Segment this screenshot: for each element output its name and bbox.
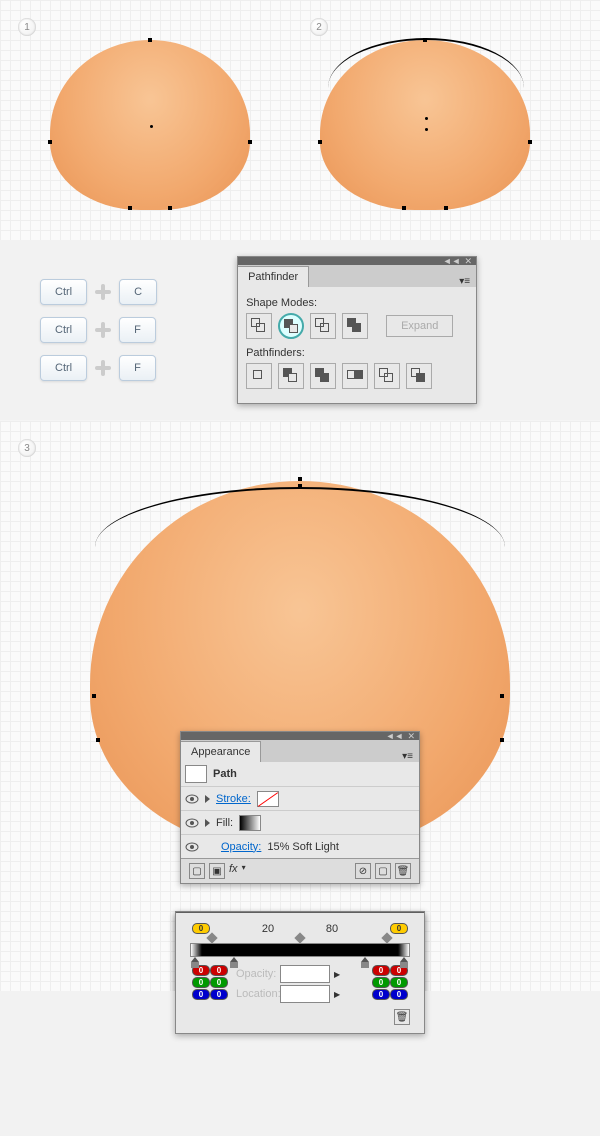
opacity-link[interactable]: Opacity:	[221, 841, 261, 853]
opacity-pill-0-right: 0	[390, 923, 408, 934]
b-pill: 0	[210, 989, 228, 1000]
thumbnail-swatch	[185, 765, 207, 783]
r-pill: 0	[210, 965, 228, 976]
pathfinders-label: Pathfinders:	[246, 347, 468, 359]
canvas-step-1-2: 1 2	[0, 0, 600, 240]
gradient-stop[interactable]	[400, 957, 408, 967]
step-badge-3: 3	[18, 439, 36, 457]
new-art-icon[interactable]: ▢	[189, 863, 205, 879]
plus-icon	[95, 284, 111, 300]
menu-icon[interactable]: ▾≡	[402, 751, 413, 762]
close-icon[interactable]: ✕	[407, 732, 415, 741]
minus-back-button[interactable]	[406, 363, 432, 389]
location-input[interactable]	[280, 985, 330, 1003]
loc-80: 80	[326, 923, 338, 935]
gradient-stop[interactable]	[191, 957, 199, 967]
intersect-button[interactable]	[310, 313, 336, 339]
g-pill: 0	[372, 977, 390, 988]
expand-button[interactable]: Expand	[386, 315, 453, 337]
appearance-panel: ◄◄ ✕ Appearance ▾≡ Path Stroke: Fill:	[180, 731, 420, 884]
stroke-swatch[interactable]	[257, 791, 279, 807]
instructions-row: Ctrl C Ctrl F Ctrl F ◄◄ ✕ Pathfinder ▾≡ …	[0, 240, 600, 420]
path-label: Path	[213, 768, 237, 780]
fx-button[interactable]: fx	[229, 863, 238, 879]
b-pill: 0	[192, 989, 210, 1000]
location-label: Location:	[236, 988, 276, 1000]
clear-icon[interactable]: ⊘	[355, 863, 371, 879]
opacity-value: 15% Soft Light	[267, 841, 339, 853]
canvas-step-3: 3 ◄◄ ✕ Appearance ▾≡ Path Stroke:	[0, 421, 600, 991]
key-c: C	[119, 279, 157, 305]
stroke-link[interactable]: Stroke:	[216, 793, 251, 805]
visibility-toggle[interactable]	[185, 840, 199, 854]
plus-icon	[95, 322, 111, 338]
outline-button[interactable]	[374, 363, 400, 389]
minus-front-button[interactable]	[278, 313, 304, 339]
unite-button[interactable]	[246, 313, 272, 339]
close-icon[interactable]: ✕	[465, 257, 473, 266]
expand-icon[interactable]	[205, 819, 210, 827]
layer-icon[interactable]: ▣	[209, 863, 225, 879]
g-pill: 0	[192, 977, 210, 988]
trash-icon[interactable]: 🗑	[395, 863, 411, 879]
gradient-slider[interactable]	[190, 943, 410, 957]
opacity-pill-0-left: 0	[192, 923, 210, 934]
shortcut-keys: Ctrl C Ctrl F Ctrl F	[40, 279, 157, 381]
opacity-label: Opacity:	[236, 968, 276, 980]
visibility-toggle[interactable]	[185, 792, 199, 806]
b-pill: 0	[372, 989, 390, 1000]
g-pill: 0	[390, 977, 408, 988]
step-badge-1: 1	[18, 18, 36, 36]
tab-appearance[interactable]: Appearance	[181, 741, 261, 762]
collapse-icon[interactable]: ◄◄	[443, 257, 461, 266]
merge-button[interactable]	[310, 363, 336, 389]
crop-button[interactable]	[342, 363, 368, 389]
visibility-toggle[interactable]	[185, 816, 199, 830]
key-ctrl: Ctrl	[40, 355, 87, 381]
shape-modes-label: Shape Modes:	[246, 297, 468, 309]
key-f: F	[119, 317, 156, 343]
gradient-panel-lower: 0 20 80 0 000 000	[0, 991, 600, 1136]
plus-icon	[95, 360, 111, 376]
panel-controls: ◄◄ ✕	[181, 732, 419, 740]
gradient-stop[interactable]	[361, 957, 369, 967]
key-ctrl: Ctrl	[40, 279, 87, 305]
menu-icon[interactable]: ▾≡	[459, 276, 470, 287]
key-f: F	[119, 355, 156, 381]
panel-controls: ◄◄ ✕	[238, 257, 476, 265]
g-pill: 0	[210, 977, 228, 988]
divide-button[interactable]	[246, 363, 272, 389]
b-pill: 0	[390, 989, 408, 1000]
duplicate-icon[interactable]: ▢	[375, 863, 391, 879]
fill-label: Fill:	[216, 817, 233, 829]
step-badge-2: 2	[310, 18, 328, 36]
trim-button[interactable]	[278, 363, 304, 389]
crescent-outline	[328, 38, 524, 88]
gradient-stop[interactable]	[230, 957, 238, 967]
shape-bun-1	[50, 40, 250, 210]
fill-swatch[interactable]	[239, 815, 261, 831]
opacity-input[interactable]	[280, 965, 330, 983]
expand-icon[interactable]	[205, 795, 210, 803]
collapse-icon[interactable]: ◄◄	[386, 732, 404, 741]
tab-pathfinder[interactable]: Pathfinder	[238, 266, 309, 287]
pathfinder-panel: ◄◄ ✕ Pathfinder ▾≡ Shape Modes: Expand P…	[237, 256, 477, 404]
trash-icon[interactable]: 🗑	[394, 1009, 410, 1025]
r-pill: 0	[372, 965, 390, 976]
loc-20: 20	[262, 923, 274, 935]
exclude-button[interactable]	[342, 313, 368, 339]
key-ctrl: Ctrl	[40, 317, 87, 343]
